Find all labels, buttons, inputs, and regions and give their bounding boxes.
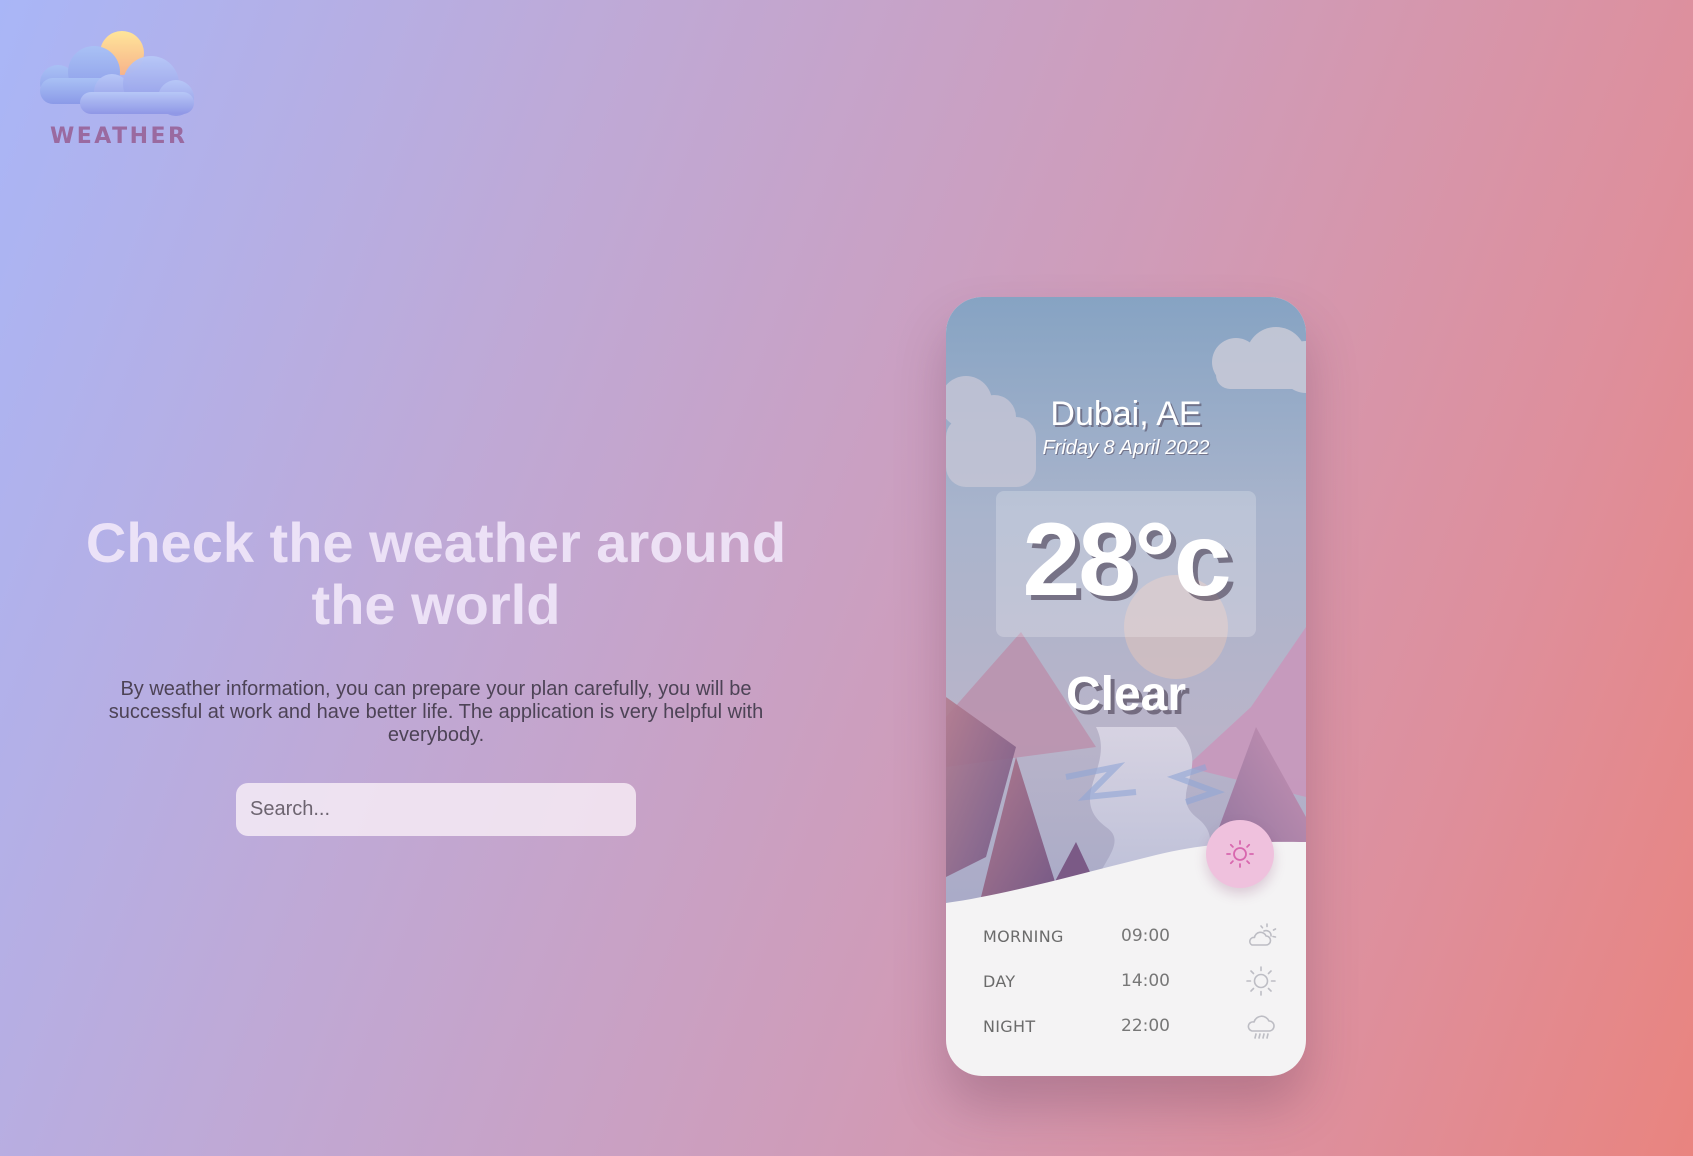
weather-card: Dubai, AE Friday 8 April 2022 28°c Clear… [946,297,1306,1076]
forecast-time: 22:00 [1121,1016,1170,1036]
weather-condition: Clear [1065,668,1187,721]
forecast-row-morning: MORNING 09:00 [983,915,1277,960]
cloud-rain-icon [1247,1015,1275,1039]
forecast-period: DAY [983,972,1016,991]
current-date: Friday 8 April 2022 [1042,437,1210,459]
hero-title: Check the weather around the world [85,511,787,636]
temperature-panel: 28°c [996,491,1256,637]
cloud-sun-icon [1249,923,1277,946]
forecast-period: MORNING [983,927,1064,946]
cloud-sun-icon [40,31,194,116]
forecast-period: NIGHT [983,1017,1036,1036]
temperature-value: 28°c [1022,502,1231,618]
forecast-time: 14:00 [1121,971,1170,991]
search-input[interactable] [236,783,636,836]
sun-icon [1246,966,1276,996]
forecast-row-day: DAY 14:00 [983,960,1276,1005]
sun-icon [1226,840,1254,868]
app-logo[interactable]: WEATHER [36,28,206,158]
forecast-time: 09:00 [1121,926,1170,946]
forecast-list: MORNING 09:00 DAY 14:00 NIGHT 22:00 [983,915,1277,1050]
condition-icon-button[interactable] [1206,820,1274,888]
logo-text: WEATHER [50,124,188,149]
hero-description: By weather information, you can prepare … [108,678,764,746]
forecast-row-night: NIGHT 22:00 [983,1005,1275,1050]
location-name: Dubai, AE [1050,395,1202,433]
hero-section: Check the weather around the world By we… [56,512,816,836]
